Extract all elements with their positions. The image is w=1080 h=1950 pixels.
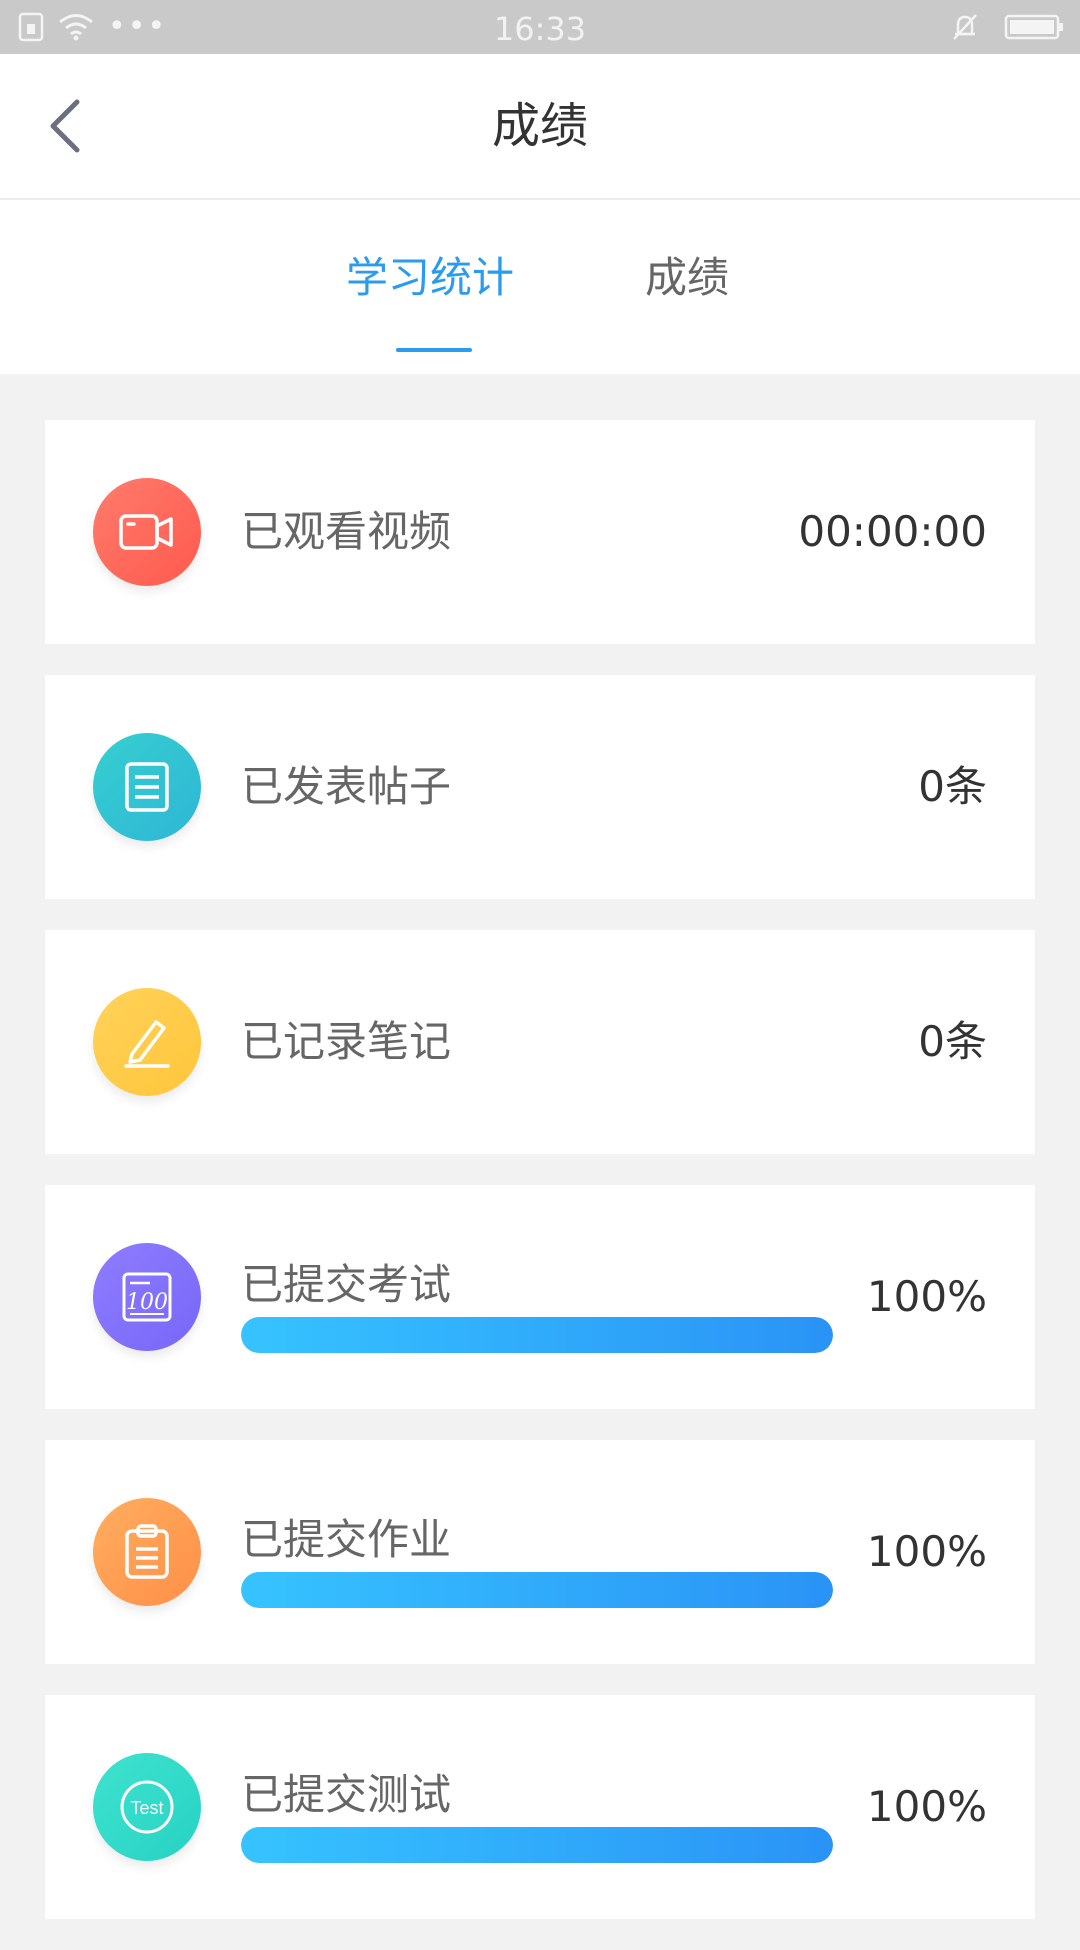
progress-fill: [241, 1827, 833, 1863]
active-tab-indicator: [396, 348, 472, 352]
test-badge-icon: Test: [93, 1753, 201, 1861]
pencil-icon: [93, 988, 201, 1096]
status-right-icons: [950, 12, 1064, 42]
document-icon: [93, 733, 201, 841]
stat-label: 已提交测试: [241, 1770, 452, 1819]
stat-card-homework[interactable]: 已提交作业 100%: [45, 1440, 1035, 1664]
progress-bar: [241, 1572, 833, 1608]
status-time: 16:33: [493, 10, 587, 48]
battery-icon: [1004, 14, 1063, 40]
stat-card-tests[interactable]: Test 已提交测试 100%: [45, 1695, 1035, 1919]
stat-label: 已记录笔记: [241, 1017, 452, 1066]
tab-study-stats[interactable]: 学习统计: [346, 248, 514, 308]
stat-card-notes[interactable]: 已记录笔记 0条: [45, 930, 1035, 1154]
exam-score-icon: 100: [93, 1243, 201, 1351]
test-icon-text: Test: [130, 1798, 163, 1818]
stat-value: 00:00:00: [798, 507, 987, 556]
stats-list: 已观看视频 00:00:00 已发表帖子 0条 已记录笔记 0条 100 已提交…: [45, 420, 1035, 1950]
stat-card-videos[interactable]: 已观看视频 00:00:00: [45, 420, 1035, 644]
stat-label: 已提交考试: [241, 1260, 452, 1309]
stat-label: 已发表帖子: [241, 762, 452, 811]
page-title: 成绩: [491, 98, 588, 154]
tab-grades[interactable]: 成绩: [645, 248, 729, 308]
tab-bar: 学习统计 成绩: [0, 200, 1080, 374]
stat-label: 已提交作业: [241, 1515, 452, 1564]
progress-fill: [241, 1572, 833, 1608]
clipboard-icon: [93, 1498, 201, 1606]
progress-bar: [241, 1827, 833, 1863]
stat-value: 0条: [918, 762, 987, 811]
progress-fill: [241, 1317, 833, 1353]
status-bar: ••• 16:33: [0, 0, 1080, 54]
video-camera-icon: [93, 478, 201, 586]
stat-label: 已观看视频: [241, 507, 452, 556]
stat-value: 100%: [866, 1527, 987, 1576]
stat-value: 0条: [918, 1017, 987, 1066]
svg-text:100: 100: [126, 1290, 168, 1315]
stat-card-posts[interactable]: 已发表帖子 0条: [45, 675, 1035, 899]
stat-value: 100%: [866, 1272, 987, 1321]
stat-card-exams[interactable]: 100 已提交考试 100%: [45, 1185, 1035, 1409]
app-header: 成绩: [0, 54, 1080, 200]
progress-bar: [241, 1317, 833, 1353]
bell-off-icon: [953, 14, 977, 40]
stat-value: 100%: [866, 1782, 987, 1831]
